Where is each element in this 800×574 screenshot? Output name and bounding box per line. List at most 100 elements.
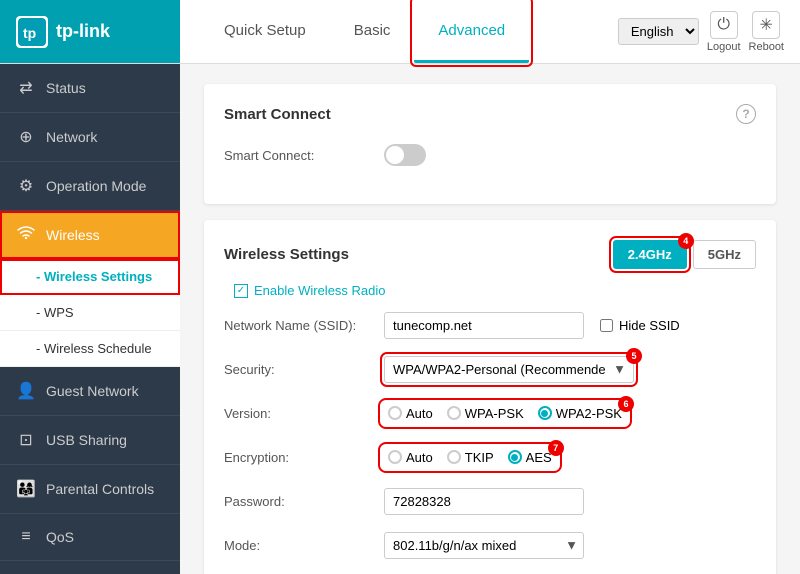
version-wpapsk-radio (447, 406, 461, 420)
nav-quick-setup[interactable]: Quick Setup (200, 0, 330, 63)
qos-icon: ≡ (16, 528, 36, 546)
sidebar-item-status[interactable]: ⇄ Status (0, 64, 180, 113)
sidebar-label-qos: QoS (46, 529, 74, 545)
encryption-aes[interactable]: AES (508, 450, 552, 465)
sidebar-sub-wireless-settings[interactable]: - Wireless Settings (0, 259, 180, 295)
version-label: Version: (224, 406, 384, 421)
encryption-tkip-radio (447, 450, 461, 464)
logout-button[interactable]: ⏻ Logout (707, 11, 741, 53)
encryption-tkip[interactable]: TKIP (447, 450, 494, 465)
sidebar-label-operation-mode: Operation Mode (46, 178, 146, 194)
top-nav: tp tp-link Quick Setup Basic Advanced En… (0, 0, 800, 64)
sidebar-label-status: Status (46, 80, 86, 96)
sidebar-sub-wps[interactable]: - WPS (0, 295, 180, 331)
badge-4: 4 (678, 233, 694, 249)
sidebar-label-parental-controls: Parental Controls (46, 481, 154, 497)
encryption-auto[interactable]: Auto (388, 450, 433, 465)
sidebar-label-usb-sharing: USB Sharing (46, 432, 127, 448)
version-wpa2-psk[interactable]: WPA2-PSK (538, 406, 622, 421)
sidebar-item-usb-sharing[interactable]: ⊡ USB Sharing (0, 416, 180, 465)
password-input[interactable] (384, 488, 584, 515)
encryption-aes-radio (508, 450, 522, 464)
smart-connect-title: Smart Connect ? (224, 104, 756, 124)
reboot-button[interactable]: ✳ Reboot (749, 11, 784, 53)
smart-connect-card: Smart Connect ? Smart Connect: (204, 84, 776, 204)
sidebar-label-guest-network: Guest Network (46, 383, 139, 399)
badge-6: 6 (618, 396, 634, 412)
hide-ssid-checkbox[interactable] (600, 319, 613, 332)
usb-sharing-icon: ⊡ (16, 430, 36, 450)
encryption-row: Encryption: Auto TKIP AES (224, 442, 756, 472)
sidebar-item-qos[interactable]: ≡ QoS (0, 514, 180, 561)
operation-mode-icon: ⚙ (16, 176, 36, 196)
sidebar-item-operation-mode[interactable]: ⚙ Operation Mode (0, 162, 180, 211)
main-layout: ⇄ Status ⊕ Network ⚙ Operation Mode Wire… (0, 64, 800, 574)
encryption-radio-group-inner: Auto TKIP AES (384, 448, 556, 467)
wps-label: - WPS (36, 305, 74, 320)
sidebar-label-network: Network (46, 129, 97, 145)
sidebar-item-security[interactable]: 🔒 Security (0, 561, 180, 574)
status-icon: ⇄ (16, 78, 36, 98)
enable-wireless-label: Enable Wireless Radio (254, 283, 386, 298)
tab-2.4ghz[interactable]: 2.4GHz 4 (613, 240, 687, 269)
version-row: Version: Auto WPA-PSK WPA2-P (224, 398, 756, 428)
sidebar-item-parental-controls[interactable]: 👨‍👩‍👧 Parental Controls (0, 465, 180, 514)
reboot-icon: ✳ (752, 11, 780, 39)
smart-connect-row: Smart Connect: (224, 140, 756, 170)
language-select[interactable]: English (618, 18, 699, 45)
nav-right: English ⏻ Logout ✳ Reboot (618, 11, 800, 53)
sidebar-item-guest-network[interactable]: 👤 Guest Network (0, 367, 180, 416)
version-radio-group-inner: Auto WPA-PSK WPA2-PSK (384, 404, 626, 423)
security-select[interactable]: WPA/WPA2-Personal (Recommended) (384, 356, 634, 383)
ssid-input[interactable] (384, 312, 584, 339)
smart-connect-toggle[interactable] (384, 144, 426, 166)
mode-select[interactable]: 802.11b/g/n/ax mixed (384, 532, 584, 559)
mode-row: Mode: 802.11b/g/n/ax mixed ▼ (224, 530, 756, 560)
smart-connect-label: Smart Connect: (224, 148, 384, 163)
wireless-settings-title: Wireless Settings 2.4GHz 4 5GHz (224, 240, 756, 269)
wireless-icon (16, 225, 36, 244)
security-select-wrapper: WPA/WPA2-Personal (Recommended) ▼ 5 (384, 356, 634, 383)
parental-controls-icon: 👨‍👩‍👧 (16, 479, 36, 499)
sidebar-label-wireless: Wireless (46, 227, 100, 243)
logout-icon: ⏻ (710, 11, 738, 39)
sidebar-item-network[interactable]: ⊕ Network (0, 113, 180, 162)
sidebar-sub-wireless-schedule[interactable]: - Wireless Schedule (0, 331, 180, 367)
security-row: Security: WPA/WPA2-Personal (Recommended… (224, 354, 756, 384)
enable-wireless-checkbox[interactable]: ✓ (234, 284, 248, 298)
nav-links: Quick Setup Basic Advanced (180, 0, 618, 63)
sidebar: ⇄ Status ⊕ Network ⚙ Operation Mode Wire… (0, 64, 180, 574)
sidebar-item-wireless[interactable]: Wireless (0, 211, 180, 259)
version-auto-radio (388, 406, 402, 420)
version-wpa-psk[interactable]: WPA-PSK (447, 406, 524, 421)
wireless-settings-label: - Wireless Settings (36, 269, 152, 284)
guest-network-icon: 👤 (16, 381, 36, 401)
badge-7: 7 (548, 440, 564, 456)
help-icon[interactable]: ? (736, 104, 756, 124)
wireless-settings-card: Wireless Settings 2.4GHz 4 5GHz ✓ Enable… (204, 220, 776, 574)
password-label: Password: (224, 494, 384, 509)
encryption-auto-radio (388, 450, 402, 464)
mode-select-wrapper: 802.11b/g/n/ax mixed ▼ (384, 532, 584, 559)
wireless-schedule-label: - Wireless Schedule (36, 341, 152, 356)
enable-wireless-radio-row: ✓ Enable Wireless Radio (224, 283, 756, 298)
ssid-label: Network Name (SSID): (224, 318, 384, 333)
network-icon: ⊕ (16, 127, 36, 147)
version-radio-group: Auto WPA-PSK WPA2-PSK 6 (384, 404, 626, 423)
sidebar-sub-wireless: - Wireless Settings - WPS - Wireless Sch… (0, 259, 180, 367)
encryption-radio-group: Auto TKIP AES 7 (384, 448, 556, 467)
nav-advanced[interactable]: Advanced (414, 0, 529, 63)
logo-text: tp-link (56, 21, 110, 42)
content-area: Smart Connect ? Smart Connect: Wireless … (180, 64, 800, 574)
tab-5ghz[interactable]: 5GHz (693, 240, 756, 269)
nav-basic[interactable]: Basic (330, 0, 415, 63)
hide-ssid-label: Hide SSID (619, 318, 680, 333)
version-wpa2psk-radio (538, 406, 552, 420)
toggle-knob (386, 146, 404, 164)
ssid-row: Network Name (SSID): Hide SSID (224, 310, 756, 340)
logo-area: tp tp-link (0, 0, 180, 63)
badge-5: 5 (626, 348, 642, 364)
mode-label: Mode: (224, 538, 384, 553)
version-auto[interactable]: Auto (388, 406, 433, 421)
svg-text:tp: tp (23, 25, 36, 41)
